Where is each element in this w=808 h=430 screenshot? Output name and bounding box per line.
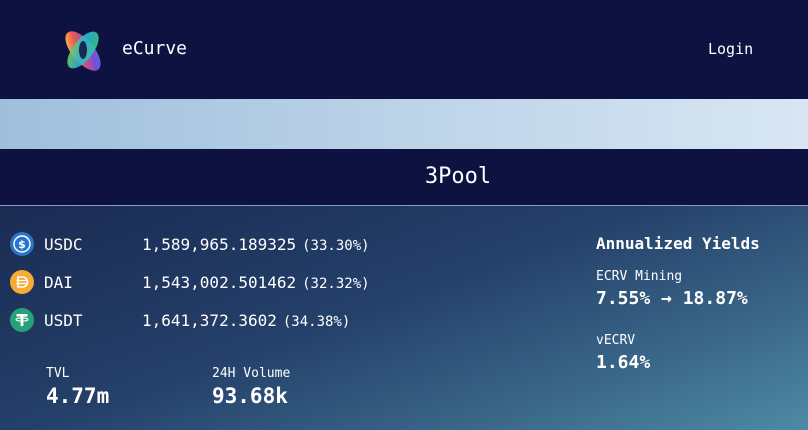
coin-symbol: DAI xyxy=(44,273,73,292)
dai-icon xyxy=(10,270,34,294)
login-link[interactable]: Login xyxy=(708,40,753,58)
ecrv-mining-value: 7.55% → 18.87% xyxy=(596,288,748,309)
usdc-icon: $ xyxy=(10,232,34,256)
volume-label: 24H Volume xyxy=(212,366,291,381)
coin-amount: 1,641,372.3602 (34.38%) xyxy=(142,311,351,330)
arrow-right-icon: → xyxy=(661,288,672,309)
vecrv-label: vECRV xyxy=(596,333,636,348)
vecrv-value: 1.64% xyxy=(596,352,651,373)
ecrv-mining-label: ECRV Mining xyxy=(596,269,683,284)
coin-share: (32.32%) xyxy=(302,276,370,292)
volume-value: 93.68k xyxy=(212,384,288,408)
coin-amount: 1,543,002.501462 (32.32%) xyxy=(142,273,370,292)
usdt-icon xyxy=(10,308,34,332)
coin-row-usdc: $ USDC 1,589,965.189325 (33.30%) xyxy=(0,232,420,262)
ecrv-from: 7.55% xyxy=(596,288,651,309)
pool-details-panel: $ USDC 1,589,965.189325 (33.30%) DAI 1,54… xyxy=(0,206,808,430)
coin-amount: 1,589,965.189325 (33.30%) xyxy=(142,235,370,254)
coin-row-dai: DAI 1,543,002.501462 (32.32%) xyxy=(0,270,420,300)
coin-row-usdt: USDT 1,641,372.3602 (34.38%) xyxy=(0,308,420,338)
top-header: eCurve Login xyxy=(0,0,808,99)
pool-title: 3Pool xyxy=(424,164,492,189)
svg-text:$: $ xyxy=(18,238,26,251)
gradient-band xyxy=(0,99,808,149)
pool-title-bar: 3Pool xyxy=(0,149,808,206)
ecurve-logo-icon[interactable] xyxy=(57,24,109,76)
ecrv-to: 18.87% xyxy=(682,288,748,309)
tvl-value: 4.77m xyxy=(46,384,110,408)
coin-share: (34.38%) xyxy=(282,314,351,330)
tvl-label: TVL xyxy=(46,366,70,381)
coin-symbol: USDC xyxy=(44,235,83,254)
coin-share: (33.30%) xyxy=(302,238,370,254)
coin-symbol: USDT xyxy=(44,311,83,330)
brand-name[interactable]: eCurve xyxy=(122,38,187,59)
yields-title: Annualized Yields xyxy=(596,234,760,253)
